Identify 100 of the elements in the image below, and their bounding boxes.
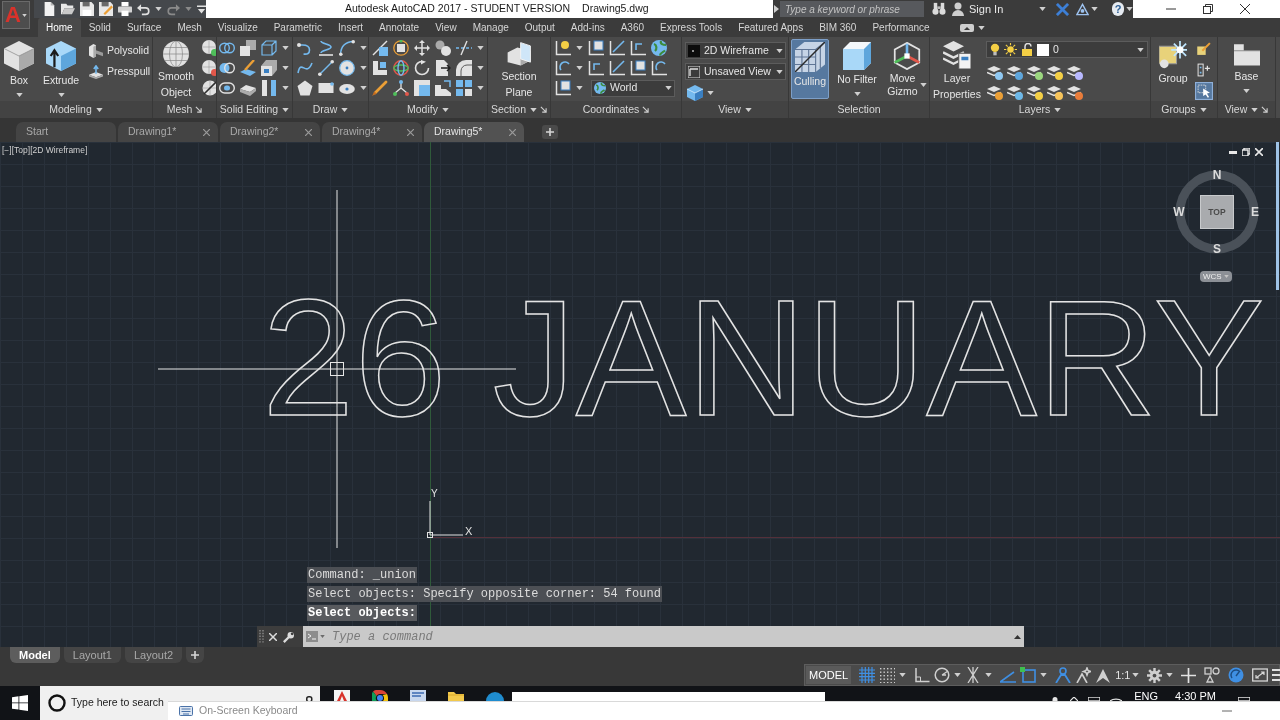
padlock-icon[interactable] [1021, 43, 1033, 56]
caret-icon[interactable] [1054, 107, 1062, 112]
caret-icon[interactable] [360, 46, 367, 50]
ribbon-tab[interactable]: A360 [612, 18, 653, 37]
ribbon-tab[interactable]: Surface [118, 18, 170, 37]
ribbon-button[interactable]: Extrude [40, 38, 82, 98]
new-tab-button[interactable] [542, 125, 558, 139]
pencil-square-icon[interactable] [1195, 40, 1213, 58]
speaker-icon[interactable] [1110, 697, 1123, 701]
minimize-icon[interactable] [1229, 148, 1237, 156]
cube-plane-icon[interactable] [506, 41, 532, 67]
caret-icon[interactable] [1039, 7, 1047, 11]
hook-line-icon[interactable] [297, 40, 313, 56]
layer-sheets-icon[interactable] [1047, 64, 1063, 80]
ribbon-tab[interactable]: Visualize [209, 18, 266, 37]
step-shape-icon[interactable] [435, 80, 451, 96]
caret-icon[interactable] [985, 673, 993, 677]
four-panes-icon[interactable] [12, 695, 28, 711]
window-thumbnail[interactable] [512, 692, 825, 701]
caret-icon[interactable] [853, 91, 861, 96]
ribbon-tool-button[interactable]: Presspull [89, 63, 151, 81]
zigzag-line-icon[interactable] [318, 40, 334, 56]
ribbon-tab[interactable]: Add-ins [562, 18, 613, 37]
caret-icon[interactable] [477, 66, 484, 70]
network-icon[interactable] [1088, 697, 1101, 701]
move-arrows-icon[interactable] [414, 40, 430, 56]
caret-icon[interactable] [360, 66, 367, 70]
binoculars-icon[interactable] [932, 2, 946, 16]
wireframe-box-icon[interactable] [261, 40, 277, 56]
caret-icon[interactable] [57, 92, 65, 97]
grip-dots-icon[interactable] [259, 629, 264, 644]
close-icon[interactable] [1240, 4, 1250, 14]
document-tab[interactable]: Drawing5* [424, 122, 524, 142]
new-file-icon[interactable] [42, 2, 56, 16]
search-field[interactable]: Type a keyword or phrase [780, 1, 924, 17]
dot-grid-icon[interactable] [879, 667, 896, 683]
ribbon-tab[interactable]: BIM 360 [811, 18, 865, 37]
grid-box-icon[interactable] [795, 42, 825, 72]
shapes-icon[interactable] [1204, 667, 1221, 683]
caret-icon[interactable] [899, 673, 907, 677]
circle-icon[interactable] [339, 60, 355, 76]
sphere-badge-icon[interactable] [202, 40, 216, 56]
sphere-badge-icon[interactable] [202, 60, 216, 76]
document-tab[interactable]: Drawing4* [322, 122, 422, 142]
caret-icon[interactable] [776, 69, 783, 74]
caret-icon[interactable] [360, 86, 367, 90]
sphere-icon[interactable] [163, 41, 189, 67]
layer-sheets-icon[interactable] [1007, 64, 1023, 80]
pencil-slab-icon[interactable] [240, 60, 256, 76]
wall-icon[interactable] [89, 44, 103, 58]
launcher-arrow-icon[interactable] [540, 106, 547, 113]
cube-icon[interactable] [687, 85, 703, 101]
stacked-sheets-icon[interactable] [943, 41, 971, 69]
ribbon-dropdown[interactable]: World [591, 79, 675, 97]
cursor-box-icon[interactable] [1195, 82, 1213, 100]
document-tab[interactable]: Drawing1* [118, 122, 218, 142]
cube-arrow-icon[interactable] [46, 41, 76, 71]
caret-icon[interactable] [1126, 7, 1133, 11]
layout-tab[interactable]: Layout1 [63, 647, 121, 663]
caret-icon[interactable] [576, 46, 583, 50]
save-as-icon[interactable] [99, 2, 113, 16]
printer-icon[interactable] [118, 2, 132, 16]
caret-icon[interactable] [1137, 47, 1144, 52]
ribbon-dropdown[interactable]: 2D Wireframe [685, 42, 786, 59]
ribbon-tab[interactable]: View [427, 18, 465, 37]
panel-title[interactable]: Solid Editing [219, 101, 290, 118]
caret-icon[interactable] [576, 86, 583, 90]
caret-icon[interactable] [1166, 673, 1174, 677]
axes-corner-icon[interactable] [630, 40, 646, 56]
on-screen-keyboard-window[interactable]: On-Screen Keyboard [168, 701, 1280, 720]
layer-sheets-icon[interactable] [1007, 84, 1023, 100]
viewport-control[interactable]: [−] [2, 146, 12, 155]
caret-icon[interactable] [977, 25, 985, 30]
history-scroll-button[interactable] [1010, 626, 1024, 647]
launcher-arrow-icon[interactable] [642, 106, 650, 113]
ribbon-button[interactable]: Base [1226, 38, 1267, 98]
ribbon-tab[interactable]: Performance [864, 18, 938, 37]
layer-sheets-icon[interactable] [987, 64, 1003, 80]
new-layout-button[interactable] [186, 647, 205, 663]
two-bars-icon[interactable] [261, 80, 277, 96]
layout-tab[interactable]: Layout2 [124, 647, 183, 663]
panel-toggle-icon[interactable] [959, 23, 974, 32]
axes-diagonal-icon[interactable] [609, 60, 625, 76]
arc-icon[interactable] [339, 40, 355, 56]
ribbon-tab[interactable]: Featured Apps [730, 18, 812, 37]
cube-icon[interactable] [4, 41, 34, 71]
caret-icon[interactable] [530, 107, 537, 112]
settings-icon[interactable] [1147, 667, 1163, 683]
ribbon-tab[interactable]: Parametric [265, 18, 331, 37]
sparkle-figure-icon[interactable] [1075, 667, 1092, 683]
compass-direction[interactable]: S [1211, 243, 1223, 255]
caret-icon[interactable] [1040, 673, 1048, 677]
axes-diagonal-icon[interactable] [609, 40, 625, 56]
search-input[interactable]: Type here to search [71, 695, 168, 711]
caret-icon[interactable] [1243, 88, 1250, 93]
wrench-icon[interactable] [282, 630, 294, 643]
launcher-arrow-icon[interactable] [1261, 106, 1269, 113]
axis-tripod-icon[interactable] [393, 80, 409, 96]
axes-hexagon-icon[interactable] [893, 42, 921, 70]
caret-icon[interactable] [1251, 107, 1259, 112]
